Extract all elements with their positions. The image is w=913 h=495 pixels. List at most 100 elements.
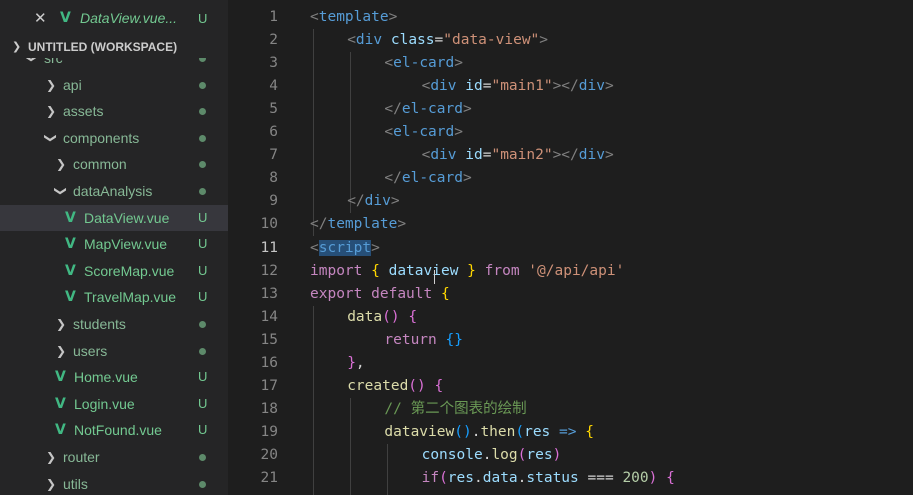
- code-token: res: [447, 470, 474, 486]
- code-line[interactable]: 3 <el-card>: [228, 52, 913, 75]
- code-token: template: [318, 9, 389, 25]
- tree-item-label: utils: [63, 475, 88, 492]
- code-token: (): [382, 308, 400, 325]
- text-cursor-icon: [434, 270, 435, 284]
- code-token: 200: [622, 470, 649, 486]
- git-untracked-badge: U: [198, 262, 208, 278]
- code-token: from: [484, 262, 520, 279]
- tree-item-router[interactable]: ❯ router: [0, 444, 228, 470]
- code-line[interactable]: 12 import { dataview } from '@/api/api': [228, 260, 913, 283]
- tree-item-students[interactable]: ❯ students: [0, 311, 228, 337]
- tree-item-components[interactable]: ❯ components: [0, 125, 228, 151]
- line-number: 15: [260, 331, 278, 348]
- code-token: {: [434, 377, 444, 394]
- code-line[interactable]: 9 </div>: [228, 190, 913, 213]
- code-token: if: [421, 470, 440, 486]
- tree-item-label: TravelMap.vue: [84, 289, 177, 306]
- code-line[interactable]: 15 return {}: [228, 329, 913, 352]
- code-token: ></: [552, 147, 579, 164]
- tree-item-assets[interactable]: ❯ assets: [0, 98, 228, 124]
- tree-item-mapview-vue[interactable]: V MapView.vue U: [0, 231, 228, 257]
- code-token: {: [440, 285, 450, 302]
- chevron-right-icon: ❯: [56, 317, 67, 331]
- line-number: 16: [260, 354, 278, 371]
- code-token: id: [465, 147, 483, 164]
- tree-item-label: NotFound.vue: [74, 422, 162, 439]
- code-token: {: [666, 470, 675, 486]
- code-line[interactable]: 6 <el-card>: [228, 121, 913, 144]
- tree-item-utils[interactable]: ❯ utils: [0, 471, 228, 495]
- chevron-right-icon: ❯: [46, 104, 57, 119]
- code-line[interactable]: 5 </el-card>: [228, 98, 913, 121]
- git-untracked-badge: U: [198, 395, 208, 411]
- tree-item-travelmap-vue[interactable]: V TravelMap.vue U: [0, 284, 228, 310]
- line-number: 14: [260, 308, 278, 325]
- tree-item-scoremap-vue[interactable]: V ScoreMap.vue U: [0, 258, 228, 284]
- code-token: log: [491, 446, 518, 463]
- code-token: }: [467, 262, 476, 279]
- code-line[interactable]: 7 <div id="main2"></div>: [228, 144, 913, 167]
- code-editor[interactable]: 1 <template> 2 <div class="data-view"> 3 <el-…: [228, 0, 913, 495]
- workspace-header[interactable]: ❯ UNTITLED (WORKSPACE): [0, 36, 228, 58]
- code-text: return {}: [384, 329, 463, 352]
- tree-item-dataanalysis[interactable]: ❯ dataAnalysis: [0, 178, 228, 204]
- code-line[interactable]: 11 <script>: [228, 237, 913, 260]
- tree-item-notfound-vue[interactable]: V NotFound.vue U: [0, 417, 228, 443]
- code-line[interactable]: 1 <template>: [228, 6, 913, 29]
- code-token: >: [388, 9, 398, 25]
- code-text: // 第二个图表的绘制: [384, 398, 526, 421]
- code-line[interactable]: 18 // 第二个图表的绘制: [228, 398, 913, 421]
- code-token: {}: [445, 331, 463, 348]
- code-token: el-card: [393, 55, 455, 72]
- code-text: dataview().then(res => {: [384, 421, 594, 444]
- chevron-down-icon: ❯: [54, 185, 69, 197]
- code-token: <: [310, 9, 319, 25]
- code-line[interactable]: 21 if(res.data.status === 200) {: [228, 467, 913, 490]
- git-modified-dot: [199, 454, 206, 461]
- code-token: </: [384, 101, 402, 118]
- workspace-title: UNTITLED (WORKSPACE): [28, 40, 178, 54]
- line-number: 6: [269, 124, 278, 141]
- code-line[interactable]: 10 </template>: [228, 213, 913, 236]
- code-token: "data-view": [443, 32, 540, 49]
- tree-item-home-vue[interactable]: V Home.vue U: [0, 364, 228, 390]
- code-text: <div id="main1"></div>: [422, 75, 614, 98]
- code-line[interactable]: 16},: [228, 352, 913, 375]
- code-token: export: [310, 285, 363, 302]
- line-number: 17: [260, 377, 278, 394]
- code-line[interactable]: 14 data() {: [228, 306, 913, 329]
- code-token: status: [526, 470, 579, 486]
- tree-item-common[interactable]: ❯ common: [0, 151, 228, 177]
- tree-item-login-vue[interactable]: V Login.vue U: [0, 391, 228, 417]
- line-number: 21: [260, 470, 278, 486]
- code-text: },: [347, 352, 364, 375]
- code-token: <: [310, 239, 319, 256]
- tree-item-users[interactable]: ❯ users: [0, 338, 228, 364]
- tree-item-dataview-vue[interactable]: V DataView.vue U: [0, 204, 228, 231]
- code-line[interactable]: 20 console.log(res): [228, 444, 913, 467]
- code-line[interactable]: 19 dataview().then(res => {: [228, 421, 913, 444]
- git-untracked-badge: U: [198, 209, 208, 225]
- code-text: </template>: [310, 213, 406, 236]
- code-token: // 第二个图表的绘制: [384, 400, 527, 417]
- code-line[interactable]: 8 </el-card>: [228, 167, 913, 190]
- tree-item-label: components: [63, 129, 140, 146]
- tree-item-label: users: [73, 342, 108, 359]
- code-line[interactable]: 13 export default {: [228, 283, 913, 306]
- code-token: default: [371, 285, 433, 302]
- code-line[interactable]: 17 created() {: [228, 375, 913, 398]
- tree-item-api[interactable]: ❯ api: [0, 72, 228, 98]
- line-number: 5: [269, 101, 278, 118]
- tree-item-label: dataAnalysis: [73, 183, 153, 199]
- line-number: 20: [260, 446, 278, 463]
- code-token: dataview: [388, 262, 459, 279]
- code-line[interactable]: 4 <div id="main1"></div>: [228, 75, 913, 98]
- tree-item-label: assets: [63, 103, 104, 120]
- code-line[interactable]: 2 <div class="data-view">: [228, 29, 913, 52]
- git-untracked-badge: U: [198, 236, 208, 252]
